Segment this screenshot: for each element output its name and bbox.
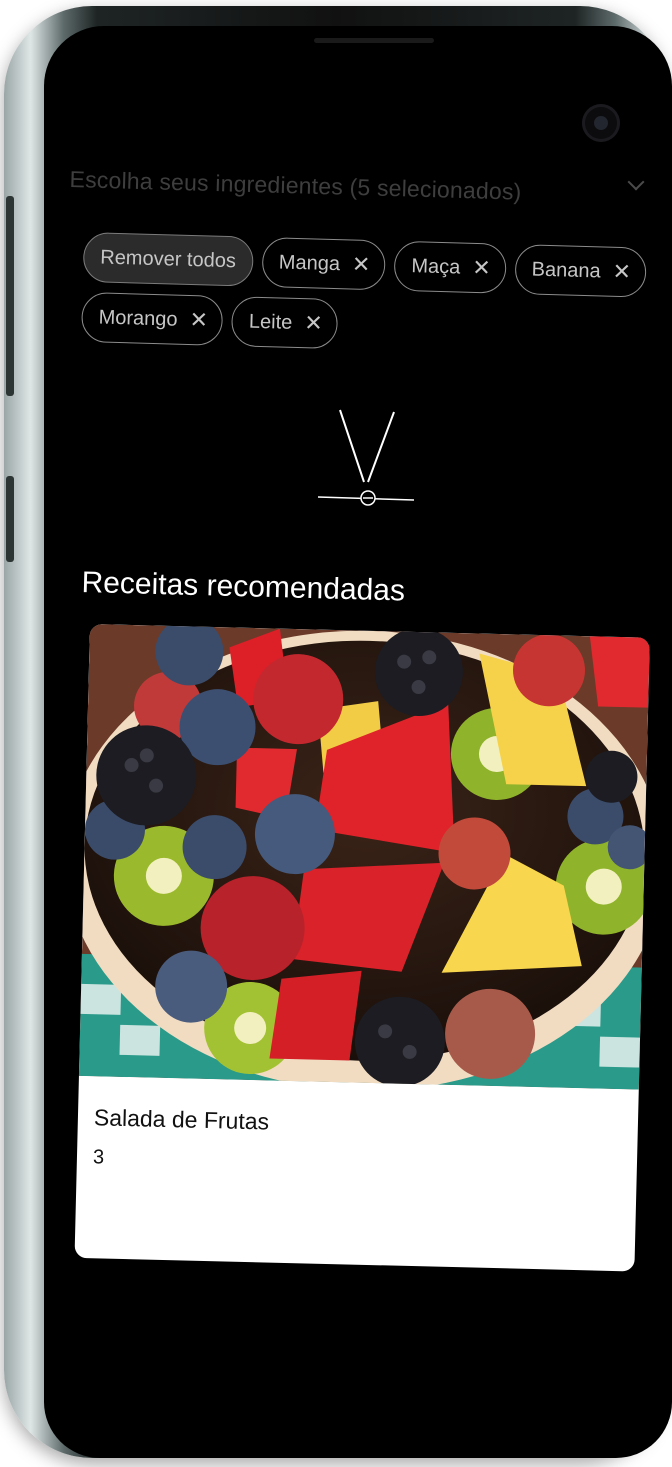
remove-all-label: Remover todos <box>100 245 237 272</box>
close-icon[interactable]: ✕ <box>472 255 491 281</box>
recipe-title: Salada de Frutas <box>93 1104 270 1135</box>
chip-leite[interactable]: Leite ✕ <box>231 296 339 350</box>
chip-banana[interactable]: Banana ✕ <box>513 244 647 298</box>
close-icon[interactable]: ✕ <box>352 252 371 278</box>
selected-ingredients: Remover todos Manga ✕ Maça ✕ Banana ✕ Mo… <box>80 232 654 358</box>
remove-all-chip[interactable]: Remover todos <box>82 232 254 287</box>
section-title: Receitas recomendadas <box>81 566 406 608</box>
recipe-image <box>78 624 650 1090</box>
ingredient-select[interactable]: Escolha seus ingredientes (5 selecionado… <box>69 166 522 206</box>
chip-morango[interactable]: Morango ✕ <box>80 291 224 346</box>
chip-label: Manga <box>278 250 341 275</box>
earpiece-speaker <box>314 38 434 43</box>
front-camera <box>582 104 620 142</box>
phone-frame: Escolha seus ingredientes (5 selecionado… <box>4 6 672 1458</box>
chip-manga[interactable]: Manga ✕ <box>261 236 387 291</box>
close-icon[interactable]: ✕ <box>304 310 323 336</box>
bixby-button <box>6 476 14 562</box>
chip-label: Banana <box>531 258 601 282</box>
chip-label: Morango <box>98 305 178 331</box>
recipe-card[interactable]: Salada de Frutas 3 <box>74 624 650 1272</box>
recipe-ingredient-count: 3 <box>92 1146 105 1169</box>
volume-button <box>6 196 14 396</box>
close-icon[interactable]: ✕ <box>612 259 631 285</box>
app-logo <box>317 409 415 506</box>
chip-label: Maça <box>411 254 461 279</box>
app-screen: Escolha seus ingredientes (5 selecionado… <box>44 26 672 1458</box>
chip-label: Leite <box>248 310 293 334</box>
close-icon[interactable]: ✕ <box>189 307 208 333</box>
chip-maca[interactable]: Maça ✕ <box>393 240 507 294</box>
chevron-down-icon[interactable] <box>627 173 645 191</box>
